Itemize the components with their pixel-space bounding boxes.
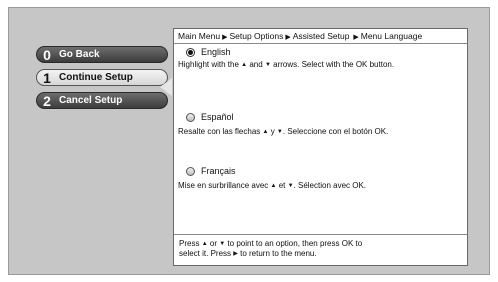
breadcrumb-assisted-setup: Assisted Setup [292, 31, 350, 41]
continue-setup-label: Continue Setup [59, 72, 133, 83]
cancel-setup-button[interactable]: 2 Cancel Setup [36, 92, 168, 109]
up-arrow-icon: ▲ [262, 129, 269, 135]
up-arrow-icon: ▲ [201, 241, 208, 247]
option-english[interactable]: English Highlight with the ▲ and ▼ arrow… [174, 47, 467, 69]
option-francais-label: Français [201, 166, 236, 176]
cancel-setup-label: Cancel Setup [59, 95, 123, 106]
option-francais[interactable]: Français Mise en surbrillance avec ▲ et … [174, 166, 467, 190]
option-english-instructions: Highlight with the ▲ and ▼ arrows. Selec… [178, 60, 395, 69]
language-panel: Main Menu ▶ Setup Options ▶ Assisted Setup ▶… [173, 28, 468, 266]
radio-english[interactable] [186, 47, 195, 57]
key-number: 1 [43, 69, 51, 86]
help-footer: Press ▲ or ▼ to point to an option, then… [174, 234, 467, 265]
right-arrow-icon: ▶ [351, 34, 359, 41]
up-arrow-icon: ▲ [241, 62, 248, 68]
go-back-label: Go Back [59, 49, 100, 60]
right-arrow-icon: ▶ [222, 34, 228, 41]
selection-pointer-icon [160, 78, 172, 96]
option-espanol[interactable]: Español Resalte con las flechas ▲ y ▼. S… [174, 112, 467, 136]
setup-menu: 0 Go Back 1 Continue Setup 2 Cancel Setu… [36, 46, 168, 115]
tv-screen: 0 Go Back 1 Continue Setup 2 Cancel Setu… [8, 7, 490, 275]
option-espanol-label: Español [201, 112, 234, 122]
key-number: 2 [43, 92, 51, 109]
radio-francais[interactable] [186, 166, 195, 176]
right-arrow-icon: ▶ [285, 34, 291, 41]
down-arrow-icon: ▼ [264, 62, 271, 68]
breadcrumb-setup-options: Setup Options [229, 31, 284, 41]
option-espanol-instructions: Resalte con las flechas ▲ y ▼. Seleccion… [178, 127, 389, 136]
continue-setup-button[interactable]: 1 Continue Setup [36, 69, 168, 86]
down-arrow-icon: ▼ [219, 241, 226, 247]
right-arrow-icon: ▶ [233, 251, 238, 257]
option-francais-instructions: Mise en surbrillance avec ▲ et ▼. Sélect… [178, 181, 367, 190]
option-english-label: English [201, 47, 231, 57]
breadcrumb-menu-language: Menu Language [360, 31, 423, 41]
go-back-button[interactable]: 0 Go Back [36, 46, 168, 63]
breadcrumb-main-menu: Main Menu [178, 31, 221, 41]
key-number: 0 [43, 46, 51, 63]
up-arrow-icon: ▲ [270, 183, 277, 189]
radio-espanol[interactable] [186, 112, 195, 122]
breadcrumb: Main Menu ▶ Setup Options ▶ Assisted Setup ▶… [174, 29, 467, 44]
